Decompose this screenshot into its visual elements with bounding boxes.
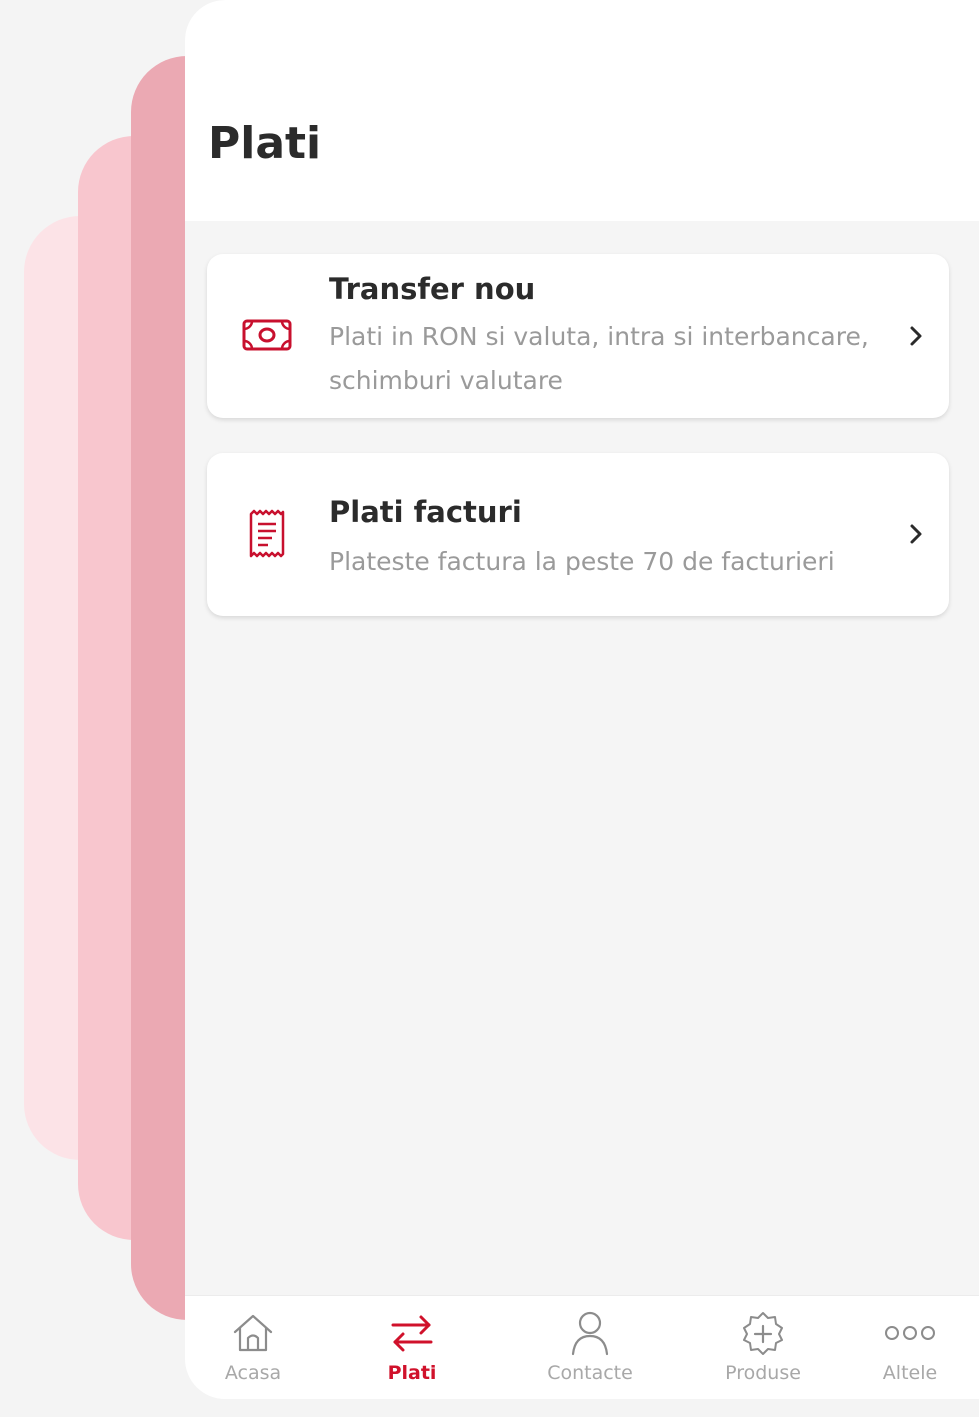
transfer-arrows-icon bbox=[389, 1310, 435, 1356]
receipt-icon bbox=[242, 509, 292, 563]
page-header: Plati bbox=[185, 0, 979, 221]
tab-contacte[interactable]: Contacte bbox=[520, 1296, 660, 1399]
card-subtitle: Plateste factura la peste 70 de facturie… bbox=[329, 547, 835, 576]
chevron-right-icon bbox=[909, 523, 923, 549]
card-title: Plati facturi bbox=[329, 495, 522, 529]
person-icon bbox=[570, 1310, 610, 1356]
home-icon bbox=[231, 1310, 275, 1356]
tab-label: Acasa bbox=[224, 1362, 282, 1384]
more-dots-icon bbox=[883, 1310, 937, 1356]
card-subtitle: Plati in RON si valuta, intra si interba… bbox=[329, 322, 869, 395]
tab-plati[interactable]: Plati bbox=[342, 1296, 482, 1399]
badge-plus-icon bbox=[739, 1310, 787, 1356]
tab-label: Altele bbox=[882, 1362, 938, 1384]
transfer-nou-card[interactable]: Transfer nou Plati in RON si valuta, int… bbox=[207, 254, 949, 418]
card-title: Transfer nou bbox=[329, 272, 536, 306]
plati-facturi-card[interactable]: Plati facturi Plateste factura la peste … bbox=[207, 453, 949, 616]
tab-acasa[interactable]: Acasa bbox=[185, 1296, 323, 1399]
tab-label: Produse bbox=[725, 1362, 801, 1384]
bottom-tab-bar: Acasa Plati Contacte Produse Altele bbox=[185, 1295, 979, 1399]
tab-produse[interactable]: Produse bbox=[693, 1296, 833, 1399]
page-title: Plati bbox=[208, 118, 322, 169]
banknote-icon bbox=[242, 318, 292, 356]
phone-screen: Plati Transfer nou Plati in RON si valut… bbox=[185, 0, 979, 1399]
tab-altele[interactable]: Altele bbox=[840, 1296, 979, 1399]
tab-label: Plati bbox=[387, 1362, 437, 1384]
chevron-right-icon bbox=[909, 325, 923, 351]
tab-label: Contacte bbox=[547, 1362, 633, 1384]
